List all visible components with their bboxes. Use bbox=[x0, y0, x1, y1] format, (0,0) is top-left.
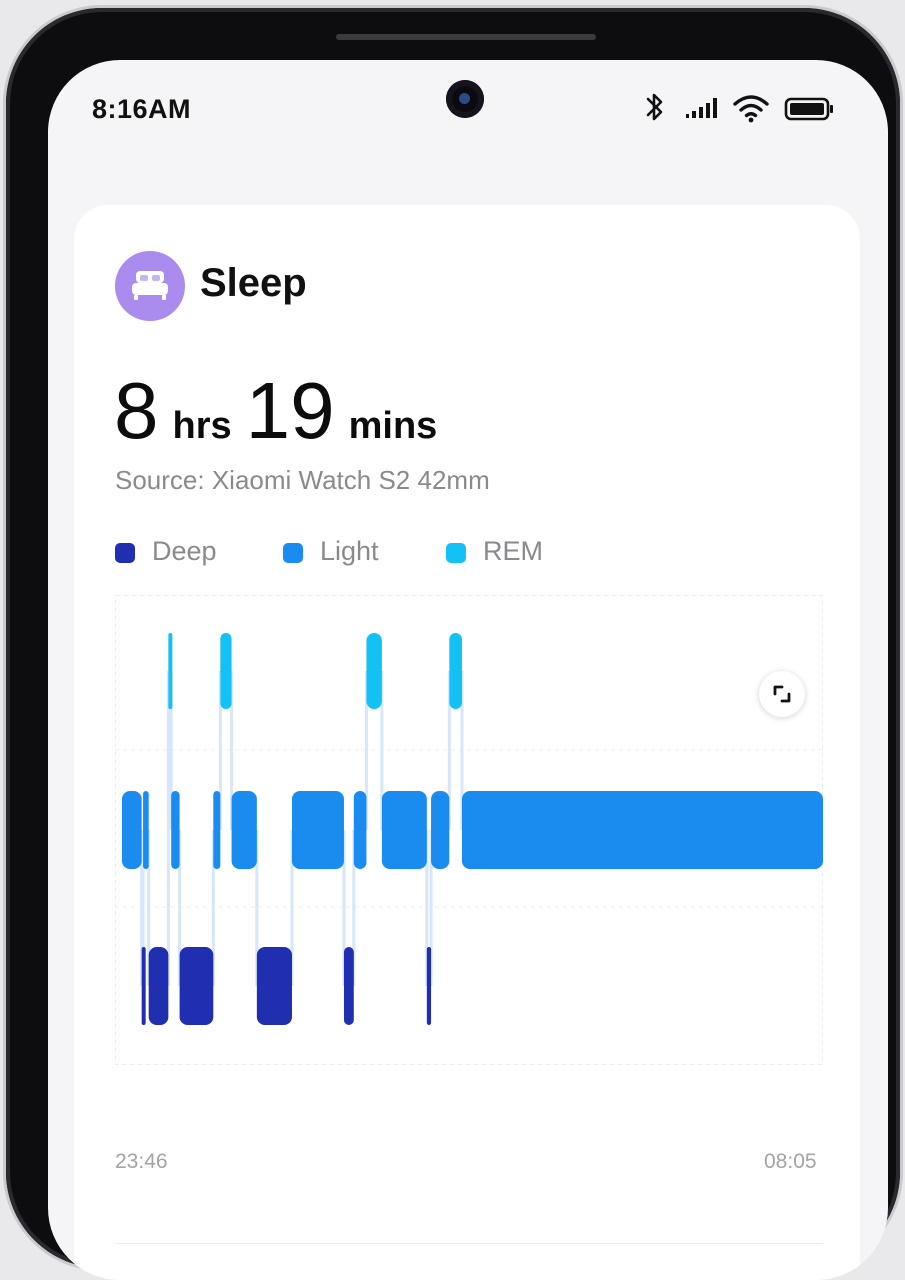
legend-label-deep: Deep bbox=[152, 536, 217, 566]
sleep-segment-light bbox=[461, 791, 823, 869]
sleep-segment-light bbox=[213, 791, 221, 869]
sleep-segment-light bbox=[231, 791, 257, 869]
sleep-segment-light bbox=[291, 791, 344, 869]
x-axis-end-label: 08:05 bbox=[764, 1150, 817, 1173]
bed-icon bbox=[115, 251, 185, 321]
sleep-segment-deep bbox=[141, 947, 146, 1025]
front-camera bbox=[446, 80, 484, 118]
bluetooth-icon bbox=[646, 93, 663, 121]
phone-screen: 8:16AM Sleep 8 hrs 19 mins Source: Xiaom… bbox=[48, 60, 888, 1280]
duration-hours: 8 bbox=[114, 366, 159, 455]
duration-minutes: 19 bbox=[245, 366, 335, 455]
sleep-segment-deep bbox=[343, 947, 354, 1025]
expand-button[interactable] bbox=[759, 671, 805, 717]
sleep-segment-rem bbox=[220, 633, 232, 709]
x-axis-start-label: 23:46 bbox=[115, 1150, 168, 1173]
duration-minutes-unit: mins bbox=[348, 405, 438, 447]
status-time: 8:16AM bbox=[92, 94, 192, 124]
sleep-segment-rem bbox=[449, 633, 462, 709]
sleep-segment-light bbox=[431, 791, 450, 869]
sleep-segment-light bbox=[143, 791, 149, 869]
earpiece bbox=[336, 34, 596, 40]
sleep-segment-light bbox=[122, 791, 142, 869]
sleep-segment-rem bbox=[168, 633, 173, 709]
section-divider bbox=[115, 1243, 823, 1244]
sleep-card[interactable]: Sleep 8 hrs 19 mins Source: Xiaomi Watch S2… bbox=[74, 205, 860, 1280]
sleep-chart[interactable] bbox=[115, 595, 823, 1065]
legend-swatch-deep bbox=[115, 543, 135, 563]
sleep-segment-light bbox=[353, 791, 367, 869]
sleep-segment-deep bbox=[179, 947, 214, 1025]
sleep-segment-light bbox=[171, 791, 180, 869]
signal-icon bbox=[686, 98, 717, 118]
legend-swatch-light bbox=[283, 543, 303, 563]
duration-hours-unit: hrs bbox=[172, 405, 232, 447]
sleep-segment-deep bbox=[426, 947, 432, 1025]
sleep-segment-deep bbox=[256, 947, 292, 1025]
legend-label-rem: REM bbox=[483, 536, 543, 566]
sleep-segment-rem bbox=[366, 633, 382, 709]
legend-swatch-rem bbox=[446, 543, 466, 563]
source-label: Source: Xiaomi Watch S2 42mm bbox=[115, 465, 490, 495]
status-bar: 8:16AM bbox=[48, 60, 888, 150]
battery-icon bbox=[784, 97, 833, 121]
sleep-segment-deep bbox=[148, 947, 169, 1025]
legend-label-light: Light bbox=[320, 536, 379, 566]
phone-frame: 8:16AM Sleep 8 hrs 19 mins Source: Xiaom… bbox=[6, 8, 900, 1280]
wifi-icon bbox=[733, 95, 769, 123]
sleep-duration: 8 hrs 19 mins bbox=[114, 365, 451, 457]
sleep-segment-light bbox=[381, 791, 427, 869]
sleep-chart-svg bbox=[115, 595, 823, 1065]
card-title: Sleep bbox=[200, 261, 307, 305]
expand-icon bbox=[773, 685, 791, 703]
